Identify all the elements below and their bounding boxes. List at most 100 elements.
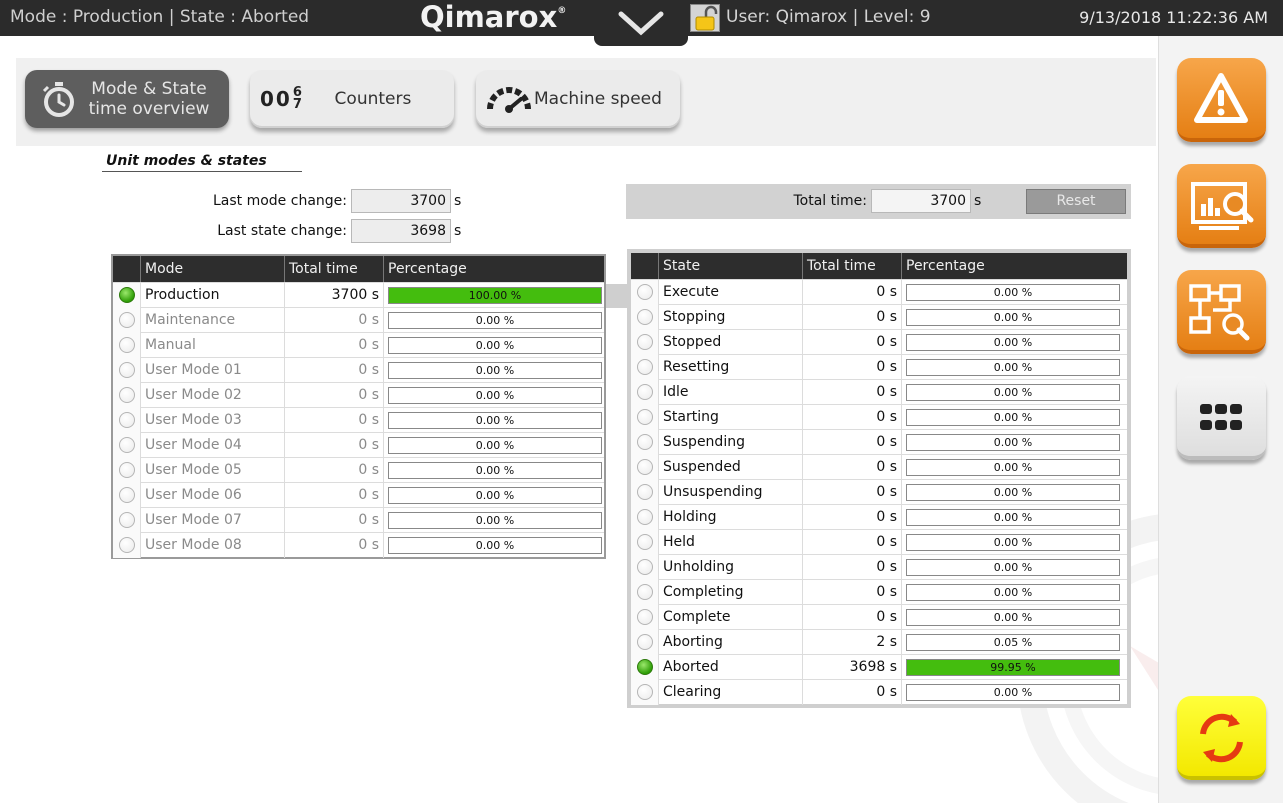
status-led-icon (118, 437, 135, 453)
percentage-bar: 0.05 % (906, 633, 1120, 651)
row-total-time: 0 s (803, 429, 902, 455)
status-led-icon (636, 684, 653, 700)
tab-counters[interactable]: 00 6 7 Counters (250, 70, 454, 128)
status-led-icon (118, 537, 135, 553)
percentage-text: 0.00 % (993, 535, 1033, 549)
status-indicator-cell (113, 332, 141, 358)
mode-row: Manual 0 s 0.00 % (113, 332, 604, 358)
state-table-header: State Total time Percentage (631, 253, 1127, 279)
status-led-icon (636, 534, 653, 550)
row-name: User Mode 02 (141, 382, 285, 408)
flow-diagram-icon (1189, 284, 1250, 341)
mode-row: User Mode 05 0 s 0.00 % (113, 457, 604, 483)
last-state-change-value: 3698 (351, 219, 451, 243)
last-mode-change-label: Last mode change: (212, 193, 347, 209)
row-total-time: 0 s (803, 404, 902, 430)
refresh-icon (1200, 713, 1243, 763)
status-led-icon (118, 312, 135, 328)
row-name: Holding (659, 504, 803, 530)
mode-row: User Mode 08 0 s 0.00 % (113, 532, 604, 558)
user-level-info: User: Qimarox | Level: 9 (726, 7, 931, 27)
row-total-time: 0 s (285, 507, 384, 533)
status-led-icon (118, 362, 135, 378)
percentage-bar: 0.00 % (906, 558, 1120, 576)
section-divider (102, 171, 302, 172)
reset-button[interactable]: Reset (1026, 189, 1126, 214)
login-lock-button[interactable] (690, 4, 720, 32)
last-state-change-label: Last state change: (217, 223, 347, 239)
percentage-text: 0.00 % (475, 463, 515, 477)
state-row: Completing 0 s 0.00 % (631, 579, 1127, 605)
status-indicator-cell (631, 404, 659, 430)
percentage-bar: 0.00 % (388, 436, 602, 454)
diagnostics-button[interactable] (1177, 270, 1266, 354)
reports-button[interactable] (1177, 164, 1266, 248)
status-indicator-cell (113, 482, 141, 508)
chevron-down-icon (618, 11, 664, 36)
percentage-text: 0.00 % (993, 310, 1033, 324)
percentage-bar: 0.00 % (906, 283, 1120, 301)
section-title: Unit modes & states (106, 153, 267, 169)
row-total-time: 0 s (285, 407, 384, 433)
row-name: Starting (659, 404, 803, 430)
state-row: Suspended 0 s 0.00 % (631, 454, 1127, 480)
unit-label: s (974, 193, 982, 209)
row-total-time: 0 s (803, 554, 902, 580)
percentage-bar: 0.00 % (906, 583, 1120, 601)
status-indicator-cell (113, 282, 141, 308)
status-led-icon (118, 512, 135, 528)
percentage-text: 0.00 % (993, 360, 1033, 374)
row-name: Completing (659, 579, 803, 605)
row-name: Complete (659, 604, 803, 630)
row-total-time: 0 s (803, 529, 902, 555)
status-led-icon (636, 659, 653, 675)
percentage-text: 0.00 % (993, 385, 1033, 399)
percentage-bar: 0.00 % (906, 608, 1120, 626)
status-indicator-cell (113, 357, 141, 383)
percentage-text: 0.00 % (993, 610, 1033, 624)
percentage-text: 0.00 % (993, 510, 1033, 524)
status-led-icon (636, 309, 653, 325)
more-apps-button[interactable] (1177, 376, 1266, 460)
status-led-icon (636, 584, 653, 600)
percentage-text: 0.00 % (993, 560, 1033, 574)
status-indicator-cell (631, 429, 659, 455)
tab-machine-speed[interactable]: Machine speed (476, 70, 680, 128)
refresh-button[interactable] (1177, 696, 1266, 780)
alarms-button[interactable] (1177, 58, 1266, 142)
status-led-icon (636, 459, 653, 475)
row-name: Aborting (659, 629, 803, 655)
total-time-label: Total time: (793, 193, 868, 209)
row-name: Manual (141, 332, 285, 358)
tab-mode-state-time-overview[interactable]: Mode & State time overview (25, 70, 229, 128)
row-total-time: 0 s (803, 479, 902, 505)
percentage-bar: 0.00 % (388, 536, 602, 554)
status-indicator-cell (631, 629, 659, 655)
row-total-time: 0 s (285, 432, 384, 458)
status-indicator-cell (631, 354, 659, 380)
status-led-icon (636, 409, 653, 425)
state-row: Resetting 0 s 0.00 % (631, 354, 1127, 380)
status-indicator-cell (631, 454, 659, 480)
row-name: User Mode 08 (141, 532, 285, 558)
percentage-text: 0.00 % (993, 435, 1033, 449)
percentage-bar: 0.00 % (388, 411, 602, 429)
state-row: Unholding 0 s 0.00 % (631, 554, 1127, 580)
percentage-bar: 100.00 % (388, 286, 602, 304)
tab-bar: Mode & State time overview 00 6 7 Counte… (16, 58, 1156, 146)
mode-row: User Mode 01 0 s 0.00 % (113, 357, 604, 383)
mode-row: User Mode 07 0 s 0.00 % (113, 507, 604, 533)
status-indicator-cell (113, 307, 141, 333)
row-total-time: 0 s (285, 532, 384, 558)
row-name: Execute (659, 279, 803, 305)
state-row: Clearing 0 s 0.00 % (631, 679, 1127, 705)
menu-dropdown-button[interactable] (594, 0, 688, 46)
unit-label: s (454, 193, 462, 209)
percentage-text: 0.00 % (475, 488, 515, 502)
percentage-text: 99.95 % (990, 660, 1036, 674)
status-indicator-cell (631, 329, 659, 355)
top-bar: Mode : Production | State : Aborted Qima… (0, 0, 1283, 46)
status-indicator-cell (113, 407, 141, 433)
percentage-text: 0.00 % (475, 513, 515, 527)
percentage-text: 0.00 % (475, 438, 515, 452)
